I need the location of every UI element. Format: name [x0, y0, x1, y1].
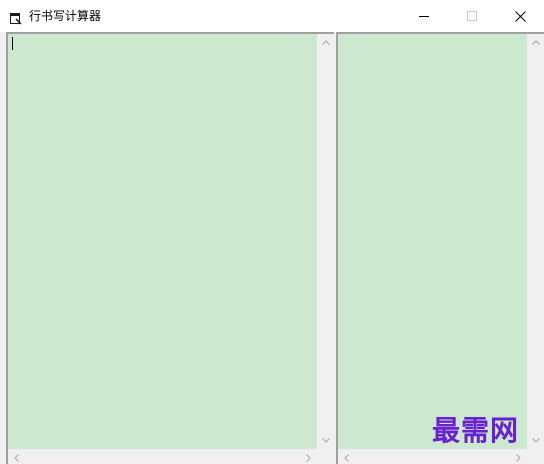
- scroll-right-button[interactable]: [300, 449, 317, 464]
- scroll-down-button[interactable]: [317, 432, 334, 449]
- input-pane: [6, 32, 334, 464]
- maximize-icon: [467, 11, 477, 21]
- input-horizontal-scrollbar[interactable]: [8, 449, 317, 464]
- scroll-up-button[interactable]: [317, 34, 334, 51]
- result-vertical-scrollbar[interactable]: [527, 34, 544, 449]
- input-vertical-scrollbar[interactable]: [317, 34, 334, 449]
- result-pane: [336, 32, 544, 464]
- scroll-corner: [317, 449, 334, 464]
- chevron-up-icon: [321, 40, 330, 45]
- minimize-icon: [419, 16, 429, 17]
- scroll-up-button[interactable]: [527, 34, 544, 51]
- scroll-left-button[interactable]: [338, 449, 355, 464]
- chevron-down-icon: [531, 438, 540, 443]
- close-button[interactable]: [496, 0, 544, 32]
- maximize-button[interactable]: [448, 0, 496, 32]
- close-icon: [514, 10, 526, 22]
- chevron-down-icon: [321, 438, 330, 443]
- chevron-right-icon: [516, 453, 521, 462]
- watermark-logo: 最需网: [432, 414, 520, 447]
- chevron-left-icon: [344, 453, 349, 462]
- input-textarea[interactable]: [8, 34, 317, 449]
- title-bar[interactable]: 行书写计算器: [0, 0, 544, 32]
- result-horizontal-scrollbar[interactable]: [338, 449, 527, 464]
- minimize-button[interactable]: [400, 0, 448, 32]
- window-title: 行书写计算器: [29, 9, 102, 23]
- scroll-left-button[interactable]: [8, 449, 25, 464]
- app-window-icon: [10, 10, 22, 25]
- text-caret: [12, 37, 13, 50]
- chevron-right-icon: [306, 453, 311, 462]
- calculator-window: 行书写计算器 最需网: [0, 0, 544, 464]
- result-textarea[interactable]: [338, 34, 527, 449]
- scroll-right-button[interactable]: [510, 449, 527, 464]
- scroll-down-button[interactable]: [527, 432, 544, 449]
- chevron-up-icon: [531, 40, 540, 45]
- chevron-left-icon: [14, 453, 19, 462]
